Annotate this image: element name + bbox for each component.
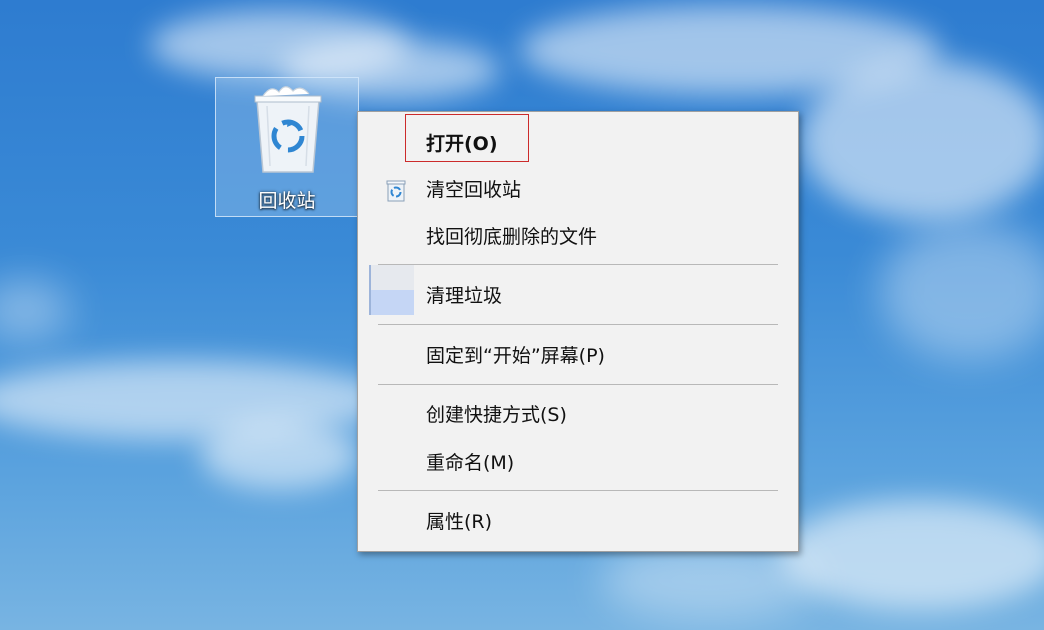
cloud	[880, 220, 1044, 360]
menu-item-empty-recycle-bin[interactable]: 清空回收站	[426, 177, 521, 203]
cloud	[800, 60, 1044, 220]
menu-item-properties[interactable]: 属性(R)	[426, 509, 492, 535]
recycle-bin-icon	[254, 86, 322, 173]
recycle-icon	[386, 180, 406, 202]
menu-separator	[378, 490, 778, 491]
cloud	[200, 420, 360, 490]
menu-item-clean-junk[interactable]: 清理垃圾	[426, 283, 502, 309]
recycle-bin-label: 回收站	[258, 190, 316, 212]
cloud	[0, 280, 70, 340]
cleanup-icon	[369, 265, 414, 315]
menu-item-create-shortcut[interactable]: 创建快捷方式(S)	[426, 402, 567, 428]
menu-separator	[378, 384, 778, 385]
menu-separator	[378, 264, 778, 265]
menu-item-open[interactable]: 打开(O)	[426, 131, 498, 157]
menu-separator	[378, 324, 778, 325]
context-menu: 打开(O) 清空回收站 找回彻底删除的文件 清理垃圾 固定到“开始”屏幕(P) …	[357, 111, 799, 552]
menu-item-rename[interactable]: 重命名(M)	[426, 450, 514, 476]
recycle-bin-desktop-icon[interactable]: 回收站	[215, 77, 359, 217]
cloud	[600, 540, 820, 620]
menu-item-recover-deleted-files[interactable]: 找回彻底删除的文件	[426, 224, 597, 250]
cloud	[780, 500, 1044, 610]
menu-item-pin-to-start[interactable]: 固定到“开始”屏幕(P)	[426, 343, 605, 369]
